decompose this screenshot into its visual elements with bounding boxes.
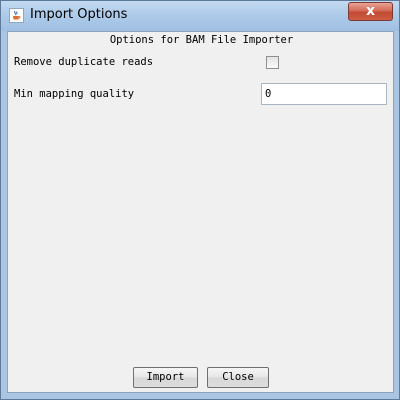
window-title: Import Options [30, 7, 128, 22]
remove-duplicates-label: Remove duplicate reads [14, 56, 154, 68]
dialog-content: Options for BAM File Importer Remove dup… [7, 31, 394, 393]
title-bar[interactable]: Import Options x [1, 1, 399, 31]
remove-duplicates-checkbox[interactable] [266, 56, 279, 69]
import-button[interactable]: Import [133, 367, 198, 388]
java-cup-icon [9, 8, 24, 23]
min-mapping-quality-input[interactable]: 0 [261, 83, 387, 105]
dialog-heading: Options for BAM File Importer [109, 34, 294, 46]
import-options-window: Import Options x Options for BAM File Im… [0, 0, 400, 400]
close-icon: x [365, 3, 376, 19]
min-mapping-quality-label: Min mapping quality [14, 88, 135, 100]
close-button[interactable]: Close [207, 367, 269, 388]
window-close-button[interactable]: x [348, 2, 393, 21]
